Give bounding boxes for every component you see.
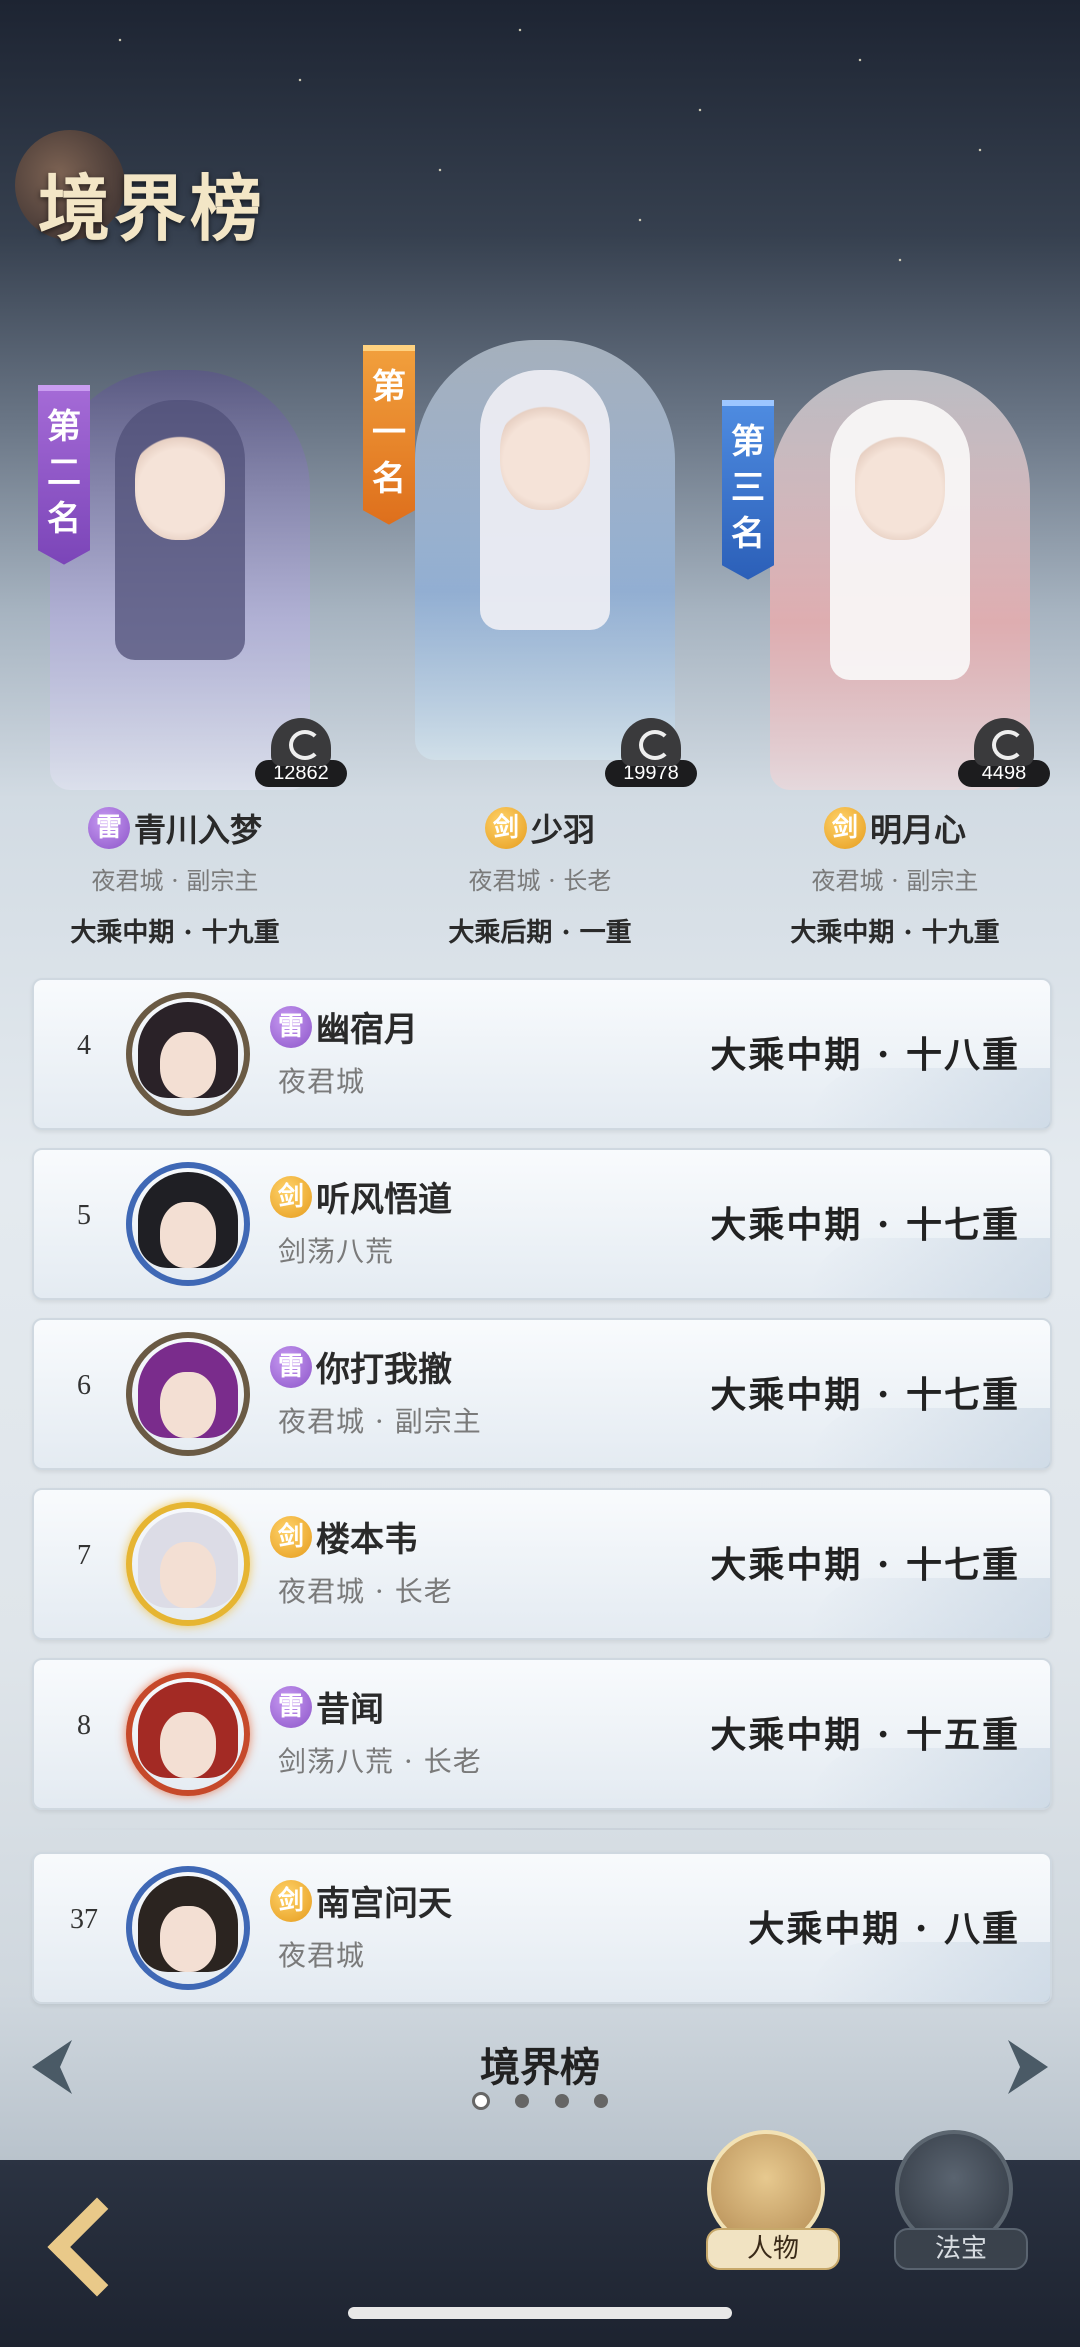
player-realm: 大乘中期 · 十七重 [710,1374,1020,1416]
rank-banner-1: 第 一 名 [363,345,415,525]
player-sect: 夜君城 [278,1939,366,1972]
avatar[interactable] [126,1866,250,1990]
ranking-row[interactable]: 4 雷幽宿月 夜君城 大乘中期 · 十八重 [32,978,1052,1130]
page-dot[interactable] [593,2093,608,2108]
board-title: 境界榜 [480,2044,600,2091]
back-arrow-icon [47,2197,147,2297]
player-realm: 大乘中期 · 十七重 [710,1204,1020,1246]
avatar[interactable] [126,1502,250,1626]
player-name: 明月心 [869,811,966,849]
avatar[interactable] [126,992,250,1116]
ranking-row[interactable]: 7 剑楼本韦 夜君城 · 长老 大乘中期 · 十七重 [32,1488,1052,1640]
page-title: 境界榜 [38,166,267,251]
sword-element-icon: 剑 [823,807,866,849]
page-dot[interactable] [554,2093,569,2108]
player-sect: 夜君城 · 副宗主 [278,1405,482,1438]
player-name: 南宫问天 [316,1884,452,1924]
player-realm: 大乘中期 · 十五重 [710,1714,1020,1756]
player-name: 楼本韦 [316,1520,418,1560]
rank-number: 7 [77,1540,91,1571]
rank-banner-3: 第 三 名 [722,400,774,580]
divider [40,1828,1040,1830]
thunder-element-icon: 雷 [270,1005,312,1048]
rank-number: 8 [77,1710,91,1741]
rank-number: 6 [77,1370,91,1401]
sword-element-icon: 剑 [484,807,527,849]
page-dot[interactable] [515,2093,530,2108]
podium-info-rank-3: 剑明月心 夜君城 · 副宗主 大乘中期 · 十九重 [730,805,1060,949]
player-sect: 夜君城 · 长老 [468,867,612,895]
player-realm: 大乘中期 · 十七重 [710,1544,1020,1586]
player-name: 少羽 [530,811,595,849]
thunder-element-icon: 雷 [270,1685,312,1728]
home-indicator[interactable] [348,2307,732,2319]
player-name: 听风悟道 [316,1180,452,1220]
podium-rank-1[interactable]: 第 一 名 19978 [363,300,705,787]
podium-info-rank-2: 雷青川入梦 夜君城 · 副宗主 大乘中期 · 十九重 [10,805,340,949]
power-icon [974,718,1034,766]
thunder-element-icon: 雷 [87,807,130,849]
page-dot[interactable] [472,2091,491,2110]
player-name: 你打我撤 [316,1350,452,1390]
character-portrait-rank-1 [415,340,675,760]
power-badge: 19978 [605,718,697,788]
sword-element-icon: 剑 [270,1175,312,1218]
power-badge: 12862 [255,718,347,788]
ranking-row[interactable]: 8 雷昔闻 剑荡八荒 · 长老 大乘中期 · 十五重 [32,1658,1052,1810]
thunder-element-icon: 雷 [270,1345,312,1388]
player-name: 青川入梦 [133,811,262,849]
avatar[interactable] [126,1672,250,1796]
podium-rank-2[interactable]: 第 二 名 12862 [10,330,347,810]
rank-banner-2: 第 二 名 [38,385,90,565]
player-sect: 夜君城 · 长老 [278,1575,453,1608]
podium-info-rank-1: 剑少羽 夜君城 · 长老 大乘后期 · 一重 [375,805,705,949]
tab-person[interactable]: 人物 [706,2130,840,2270]
rank-number: 5 [77,1200,91,1231]
power-badge: 4498 [958,718,1050,788]
sword-element-icon: 剑 [270,1879,312,1922]
player-sect: 夜君城 · 副宗主 [91,867,259,895]
podium-rank-3[interactable]: 第 三 名 4498 [722,330,1060,810]
player-name: 幽宿月 [316,1010,418,1050]
power-icon [621,718,681,766]
rank-number: 4 [77,1030,91,1061]
player-realm: 大乘后期 · 一重 [448,918,632,948]
avatar[interactable] [126,1162,250,1286]
player-realm: 大乘中期 · 八重 [748,1908,1020,1950]
avatar[interactable] [126,1332,250,1456]
page-indicator[interactable] [0,2090,1080,2110]
rank-number: 37 [70,1904,98,1935]
player-name: 昔闻 [316,1690,384,1730]
player-sect: 夜君城 [278,1065,366,1098]
self-ranking-row[interactable]: 37 剑南宫问天 夜君城 大乘中期 · 八重 [32,1852,1052,2004]
player-realm: 大乘中期 · 十八重 [710,1034,1020,1076]
back-button[interactable] [40,2197,150,2297]
power-icon [271,718,331,766]
tab-treasure[interactable]: 法宝 [894,2130,1028,2270]
ranking-row[interactable]: 6 雷你打我撤 夜君城 · 副宗主 大乘中期 · 十七重 [32,1318,1052,1470]
player-realm: 大乘中期 · 十九重 [790,918,1000,948]
ranking-row[interactable]: 5 剑听风悟道 剑荡八荒 大乘中期 · 十七重 [32,1148,1052,1300]
sword-element-icon: 剑 [270,1515,312,1558]
player-sect: 剑荡八荒 [278,1235,395,1268]
player-realm: 大乘中期 · 十九重 [70,918,280,948]
player-sect: 剑荡八荒 · 长老 [278,1745,482,1778]
player-sect: 夜君城 · 副宗主 [811,867,979,895]
